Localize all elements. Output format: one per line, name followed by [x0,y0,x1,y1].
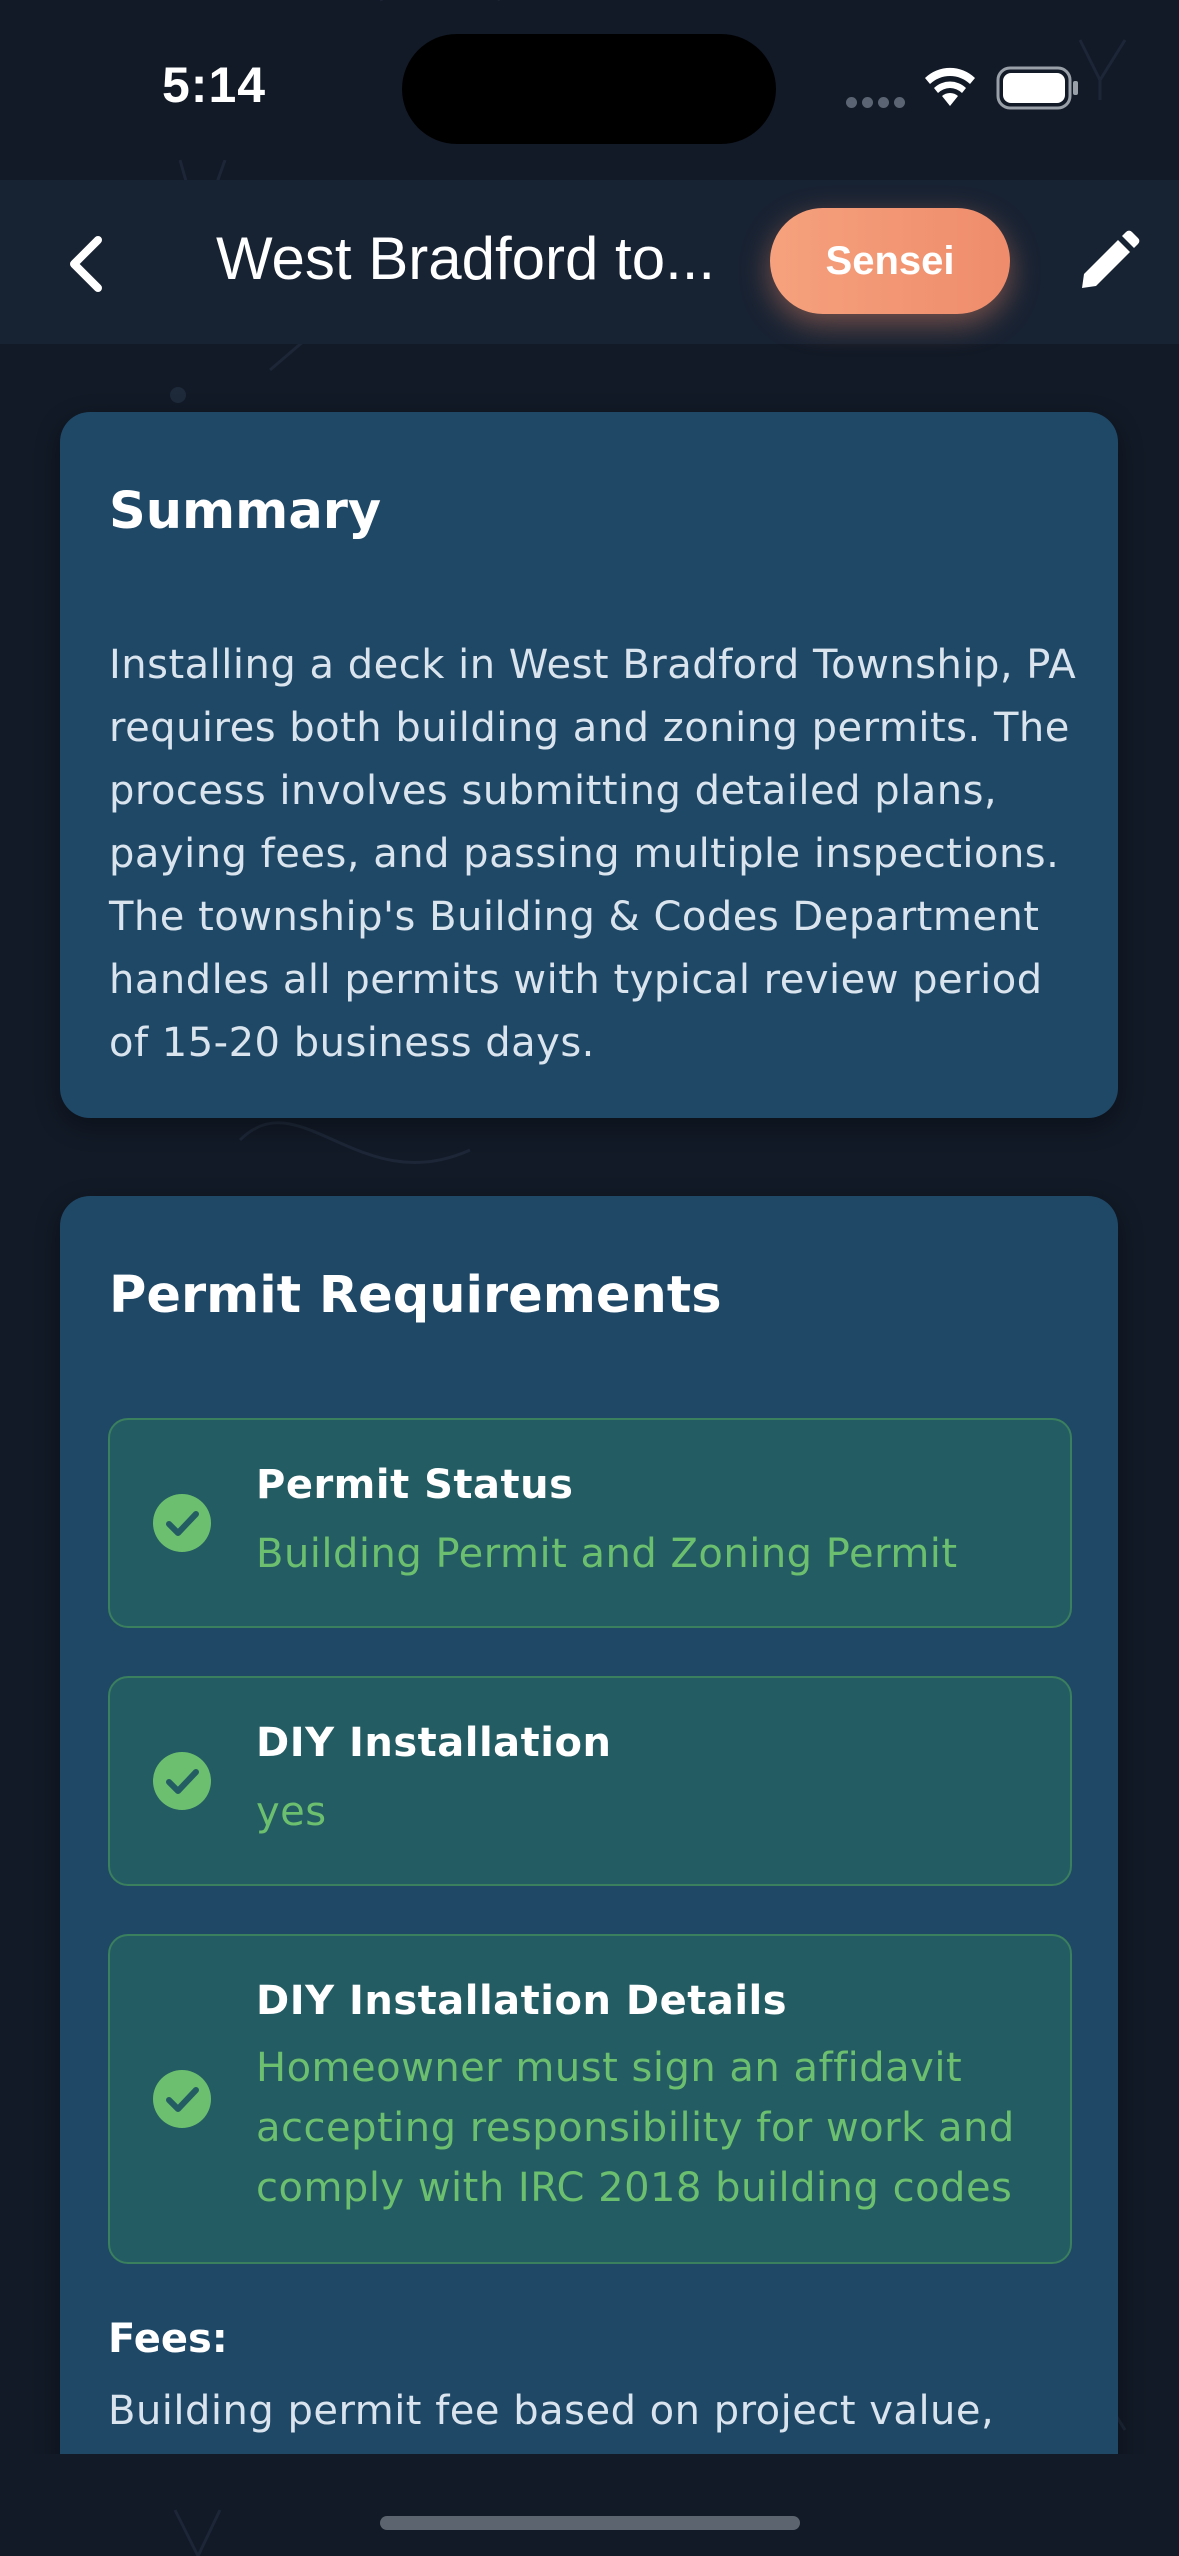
summary-heading: Summary [109,482,382,541]
check-circle-icon [153,1752,211,1810]
battery-icon [996,66,1078,110]
requirement-value: Homeowner must sign an affidavit accepti… [256,2045,1015,2211]
requirement-title: DIY Installation Details [256,1978,788,2024]
fees-label: Fees: [108,2316,228,2362]
content-scroll[interactable]: Summary Installing a deck in West Bradfo… [0,344,1179,2454]
edit-pencil-icon[interactable] [1072,228,1142,298]
requirement-item-diy-installation-details: DIY Installation Details Homeowner must … [108,1934,1072,2264]
check-circle-icon [153,1494,211,1552]
status-bar: 5:14 [0,0,1179,180]
dynamic-island [402,34,776,144]
summary-card: Summary Installing a deck in West Bradfo… [60,412,1118,1118]
status-time: 5:14 [162,57,267,113]
wifi-icon [925,67,975,106]
navigation-bar: West Bradford to... Sensei [0,180,1179,344]
cellular-signal-icon [846,93,910,112]
requirement-title: DIY Installation [256,1720,612,1766]
check-circle-icon [153,2070,211,2128]
requirement-item-diy-installation: DIY Installation yes [108,1676,1072,1886]
page-title: West Bradford to... [216,225,716,292]
home-indicator[interactable] [380,2516,800,2530]
summary-text: Installing a deck in West Bradford Towns… [109,642,1077,1066]
requirement-item-permit-status: Permit Status Building Permit and Zoning… [108,1418,1072,1628]
sensei-button[interactable]: Sensei [770,208,1010,314]
permit-heading: Permit Requirements [109,1266,722,1325]
requirement-value: Building Permit and Zoning Permit [256,1531,958,1577]
requirement-title: Permit Status [256,1462,574,1508]
back-button[interactable] [52,224,122,304]
permit-requirements-card: Permit Requirements Permit Status Buildi… [60,1196,1118,2454]
fees-text: Building permit fee based on project val… [108,2388,995,2434]
requirement-value: yes [256,1789,327,1835]
